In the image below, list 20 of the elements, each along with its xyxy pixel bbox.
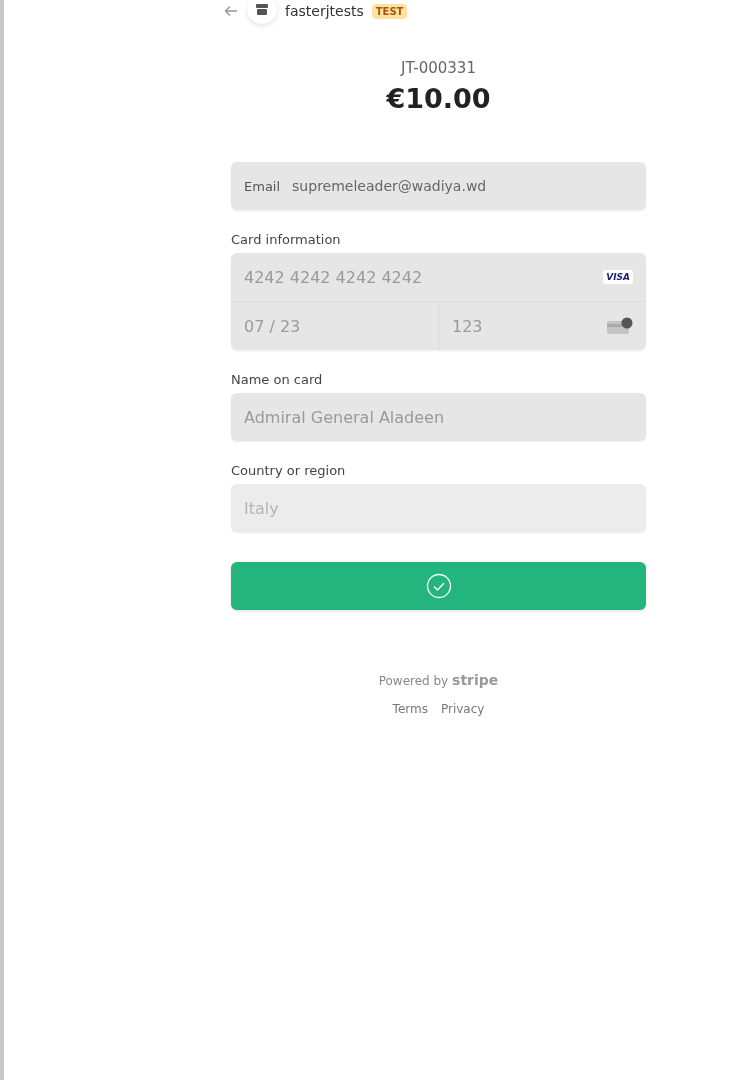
expiry-input[interactable]: 07 / 23	[244, 316, 425, 336]
card-number-input[interactable]: 4242 4242 4242 4242	[244, 267, 604, 287]
powered-by-text: Powered by stripe	[378, 672, 499, 688]
email-field[interactable]: Email supremeleader@wadiya.wd	[231, 162, 646, 210]
order-id: JT-000331	[401, 59, 476, 77]
merchant-name: fasterjtests	[285, 3, 364, 19]
footer-link[interactable]: Terms	[392, 702, 428, 716]
field-label: Name on card	[231, 372, 324, 387]
field-label: Country or region	[231, 463, 347, 478]
total-amount: €10.00	[386, 83, 491, 114]
card-brand-logo: VISA	[603, 270, 633, 284]
footer-link[interactable]: Privacy	[440, 702, 485, 716]
test-mode-badge: TEST	[371, 3, 408, 19]
back-arrow-icon[interactable]	[223, 3, 239, 19]
cvc-input[interactable]: 123	[452, 316, 607, 336]
cvc-card-icon	[607, 317, 633, 335]
name-field[interactable]: Admiral General Aladeen	[231, 393, 646, 441]
checkmark-icon	[425, 573, 452, 599]
country-select[interactable]: Italy	[231, 484, 646, 532]
field-label: Card information	[231, 232, 342, 247]
